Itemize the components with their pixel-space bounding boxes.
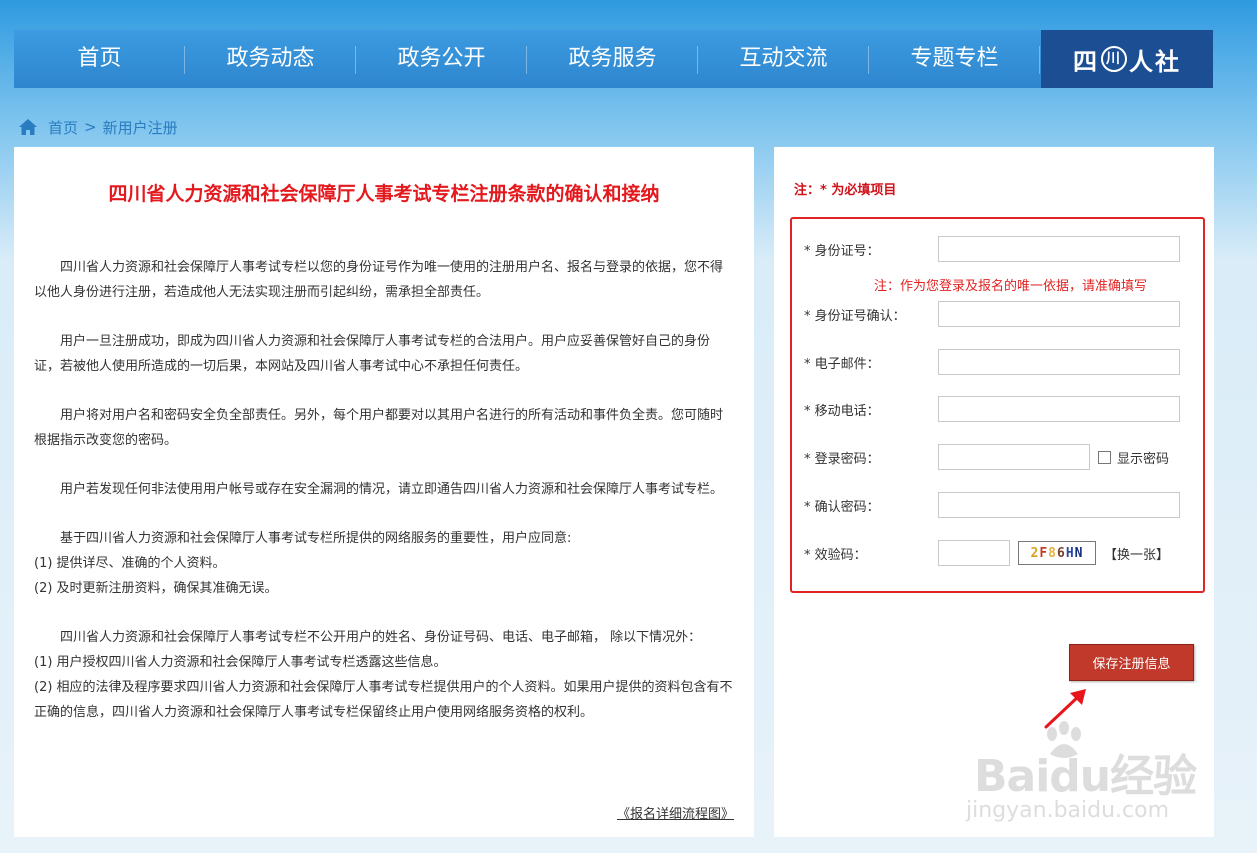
password-confirm-input[interactable] [938,492,1180,518]
id-confirm-label: * 身份证号确认： [804,308,906,324]
main-nav: 首页 政务动态 政务公开 政务服务 互动交流 专题专栏 四 川 人社 [14,30,1213,88]
register-form: * 身份证号： 注：作为您登录及报名的唯一依据，请准确填写 * 身份证号确认： … [790,217,1205,593]
flow-chart-link[interactable]: 《报名详细流程图》 [617,803,734,822]
home-icon [19,119,37,135]
show-password-checkbox[interactable] [1098,450,1111,464]
captcha-label: * 效验码： [804,547,867,563]
breadcrumb-separator: > [84,118,97,136]
breadcrumb: 首页 > 新用户注册 [18,116,178,138]
id-hint: 注：作为您登录及报名的唯一依据，请准确填写 [874,279,1148,294]
captcha-char: 8 [1048,545,1057,561]
mobile-label: * 移动电话： [804,403,880,419]
password-label: * 登录密码： [804,451,880,467]
terms-paragraph-6: 四川省人力资源和社会保障厅人事考试专栏不公开用户的姓名、身份证号码、电话、电子邮… [60,630,702,645]
terms-paragraph-5: 基于四川省人力资源和社会保障厅人事考试专栏所提供的网络服务的重要性，用户应同意: [60,531,572,546]
nav-item-home[interactable]: 首页 [14,30,185,88]
refresh-captcha-link[interactable]: 【换一张】 [1104,544,1169,563]
required-note: 注：* 为必填项目 [794,183,897,198]
captcha-char: 6 [1057,545,1066,561]
password-confirm-label: * 确认密码： [804,499,880,515]
id-confirm-row: * 身份证号确认： [804,301,1180,327]
nav-item-services[interactable]: 政务服务 [527,30,698,88]
breadcrumb-home-link[interactable]: 首页 [48,117,78,138]
terms-item-6b: (2) 相应的法律及程序要求四川省人力资源和社会保障厅人事考试专栏提供用户的个人… [34,680,733,720]
terms-paragraph-2: 用户一旦注册成功，即成为四川省人力资源和社会保障厅人事考试专栏的合法用户。用户应… [34,334,711,374]
show-password-label: 显示密码 [1117,451,1170,467]
email-label: * 电子邮件： [804,356,880,372]
id-confirm-input[interactable] [938,301,1180,327]
id-number-input[interactable] [938,236,1180,262]
email-row: * 电子邮件： [804,349,1180,375]
terms-panel: 四川省人力资源和社会保障厅人事考试专栏注册条款的确认和接纳 四川省人力资源和社会… [14,147,754,837]
show-password-toggle[interactable]: 显示密码 [1098,448,1169,467]
captcha-input[interactable] [938,540,1010,566]
logo-text-post: 人社 [1129,46,1181,76]
captcha-row: * 效验码： 2 F 8 6 H N 【换一张】 [804,540,1169,566]
nav-item-topics[interactable]: 专题专栏 [869,30,1040,88]
logo-ring: 川 [1101,46,1127,72]
terms-paragraph-3: 用户将对用户名和密码安全负全部责任。另外，每个用户都要对以其用户名进行的所有活动… [34,408,724,448]
register-panel: 注：* 为必填项目 * 身份证号： 注：作为您登录及报名的唯一依据，请准确填写 … [774,147,1214,837]
terms-paragraph-1: 四川省人力资源和社会保障厅人事考试专栏以您的身份证号作为唯一使用的注册用户名、报… [34,260,724,300]
red-arrow-icon [1044,689,1086,729]
terms-item-6a: (1) 用户授权四川省人力资源和社会保障厅人事考试专栏透露这些信息。 [34,655,447,670]
breadcrumb-current: 新用户注册 [102,118,178,137]
site-logo[interactable]: 四 川 人社 [1041,30,1213,88]
nav-item-interaction[interactable]: 互动交流 [698,30,869,88]
mobile-input[interactable] [938,396,1180,422]
captcha-char: F [1039,545,1049,561]
id-row: * 身份证号： [804,236,1180,262]
password-confirm-row: * 确认密码： [804,492,1180,518]
terms-item-5a: (1) 提供详尽、准确的个人资料。 [34,556,226,571]
email-input[interactable] [938,349,1180,375]
nav-item-news[interactable]: 政务动态 [185,30,356,88]
terms-body: 四川省人力资源和社会保障厅人事考试专栏以您的身份证号作为唯一使用的注册用户名、报… [34,255,734,725]
captcha-image[interactable]: 2 F 8 6 H N [1018,541,1096,565]
nav-item-public[interactable]: 政务公开 [356,30,527,88]
id-label: * 身份证号： [804,243,880,259]
logo-text-pre: 四 [1073,46,1099,76]
password-row: * 登录密码： 显示密码 [804,444,1169,470]
captcha-char: N [1074,545,1084,561]
terms-title: 四川省人力资源和社会保障厅人事考试专栏注册条款的确认和接纳 [108,183,660,205]
save-registration-button[interactable]: 保存注册信息 [1069,644,1194,681]
captcha-char: H [1065,545,1075,561]
terms-item-5b: (2) 及时更新注册资料，确保其准确无误。 [34,581,278,596]
mobile-row: * 移动电话： [804,396,1180,422]
password-input[interactable] [938,444,1090,470]
captcha-char: 2 [1030,545,1040,561]
terms-paragraph-4: 用户若发现任何非法使用用户帐号或存在安全漏洞的情况，请立即通告四川省人力资源和社… [60,482,724,497]
